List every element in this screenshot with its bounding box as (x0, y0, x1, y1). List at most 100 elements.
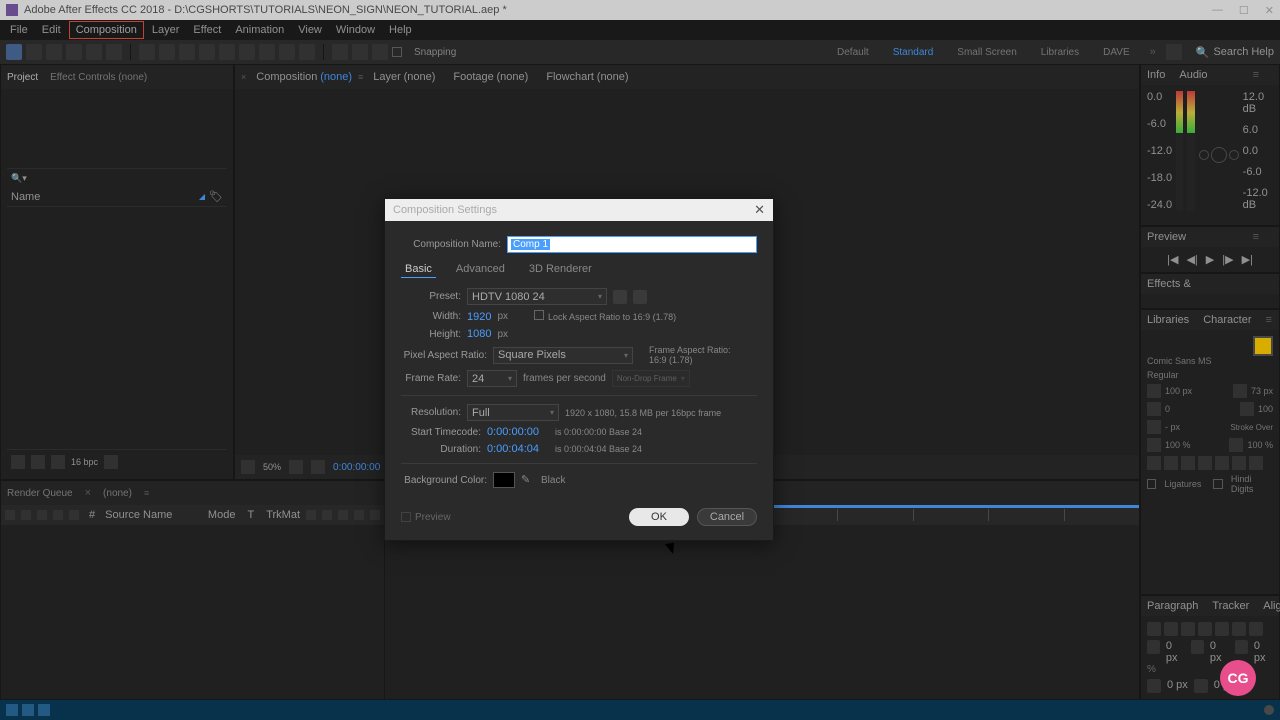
menu-window[interactable]: Window (330, 22, 381, 38)
tab-composition[interactable]: Composition (none) (248, 69, 360, 85)
menu-animation[interactable]: Animation (229, 22, 290, 38)
zoom-value[interactable]: 50% (263, 462, 281, 472)
trash-icon[interactable] (104, 455, 118, 469)
menu-view[interactable]: View (292, 22, 328, 38)
lock-icon[interactable] (53, 510, 63, 520)
maximize-button[interactable]: ☐ (1239, 4, 1249, 17)
tab-info[interactable]: Info (1147, 69, 1165, 81)
col-mode[interactable]: Mode (208, 509, 236, 521)
dialog-titlebar[interactable]: Composition Settings ✕ (385, 199, 773, 221)
tab-effect-controls[interactable]: Effect Controls (none) (50, 72, 147, 83)
pen-tool[interactable] (179, 44, 195, 60)
puppet-tool[interactable] (299, 44, 315, 60)
framerate-dropdown[interactable]: 24▾ (467, 370, 517, 387)
tab-libraries[interactable]: Libraries (1147, 314, 1189, 326)
menu-layer[interactable]: Layer (146, 22, 186, 38)
hindi-checkbox[interactable] (1213, 479, 1222, 489)
transparency-icon[interactable] (311, 460, 325, 474)
col-source[interactable]: Source Name (105, 509, 172, 521)
hand-tool[interactable] (46, 44, 62, 60)
magnify-icon[interactable] (241, 460, 255, 474)
col-trkmat[interactable]: TrkMat (266, 509, 300, 521)
rotation-tool[interactable] (106, 44, 122, 60)
tab-character[interactable]: Character (1203, 314, 1251, 326)
tab-audio[interactable]: Audio (1179, 69, 1207, 81)
last-frame-icon[interactable]: ▶| (1242, 253, 1253, 266)
solo-icon[interactable] (37, 510, 47, 520)
tab-layer[interactable]: Layer (none) (365, 69, 443, 85)
tab-advanced[interactable]: Advanced (452, 261, 509, 278)
tab-flowchart[interactable]: Flowchart (none) (538, 69, 636, 85)
workspace-smallscreen[interactable]: Small Screen (947, 45, 1026, 60)
tab-effects[interactable]: Effects & (1147, 278, 1191, 290)
status-icon-3[interactable] (38, 704, 50, 716)
delete-preset-icon[interactable] (633, 290, 647, 304)
par-dropdown[interactable]: Square Pixels▾ (493, 347, 633, 364)
rect-tool[interactable] (139, 44, 155, 60)
menu-effect[interactable]: Effect (187, 22, 227, 38)
height-value[interactable]: 1080 (467, 328, 491, 340)
home-tool[interactable] (6, 44, 22, 60)
comp-icon[interactable] (51, 455, 65, 469)
selection-tool[interactable] (26, 44, 42, 60)
eyedropper-icon[interactable]: ✎ (521, 473, 535, 487)
col-name[interactable]: Name (11, 191, 40, 203)
comp-name-input[interactable]: Comp 1 (507, 236, 757, 253)
start-tc-value[interactable]: 0:00:00:00 (487, 426, 539, 438)
next-frame-icon[interactable]: |▶ (1222, 253, 1233, 266)
type-tool[interactable] (199, 44, 215, 60)
workspace-standard[interactable]: Standard (883, 45, 944, 60)
lock-aspect-checkbox[interactable] (534, 310, 544, 320)
workspace-libraries[interactable]: Libraries (1031, 45, 1089, 60)
dialog-close-button[interactable]: ✕ (754, 202, 765, 218)
width-value[interactable]: 1920 (467, 311, 491, 323)
close-button[interactable]: ✕ (1265, 4, 1274, 17)
menu-help[interactable]: Help (383, 22, 418, 38)
tab-basic[interactable]: Basic (401, 261, 436, 278)
menu-composition[interactable]: Composition (69, 21, 144, 39)
view-axis-tool[interactable] (372, 44, 388, 60)
workspace-default[interactable]: Default (827, 45, 879, 60)
tab-timeline-none[interactable]: (none) (103, 488, 132, 499)
tab-paragraph[interactable]: Paragraph (1147, 600, 1198, 612)
fill-color-swatch[interactable] (1253, 336, 1273, 356)
brush-tool[interactable] (219, 44, 235, 60)
resolution-dropdown[interactable]: Full▾ (467, 404, 559, 421)
orbit-tool[interactable] (86, 44, 102, 60)
menu-file[interactable]: File (4, 22, 34, 38)
cancel-button[interactable]: Cancel (697, 508, 757, 526)
play-icon[interactable]: ▶ (1206, 253, 1214, 266)
preset-dropdown[interactable]: HDTV 1080 24▾ (467, 288, 607, 305)
save-preset-icon[interactable] (613, 290, 627, 304)
eye-icon[interactable] (5, 510, 15, 520)
tab-tracker[interactable]: Tracker (1212, 600, 1249, 612)
tab-preview[interactable]: Preview (1147, 231, 1186, 243)
clone-tool[interactable] (239, 44, 255, 60)
current-timecode[interactable]: 0:00:00:00 (333, 462, 380, 473)
prev-frame-icon[interactable]: ◀| (1186, 253, 1197, 266)
eraser-tool[interactable] (259, 44, 275, 60)
menu-edit[interactable]: Edit (36, 22, 67, 38)
tab-3d-renderer[interactable]: 3D Renderer (525, 261, 596, 278)
ellipse-tool[interactable] (159, 44, 175, 60)
font-style[interactable]: Regular (1147, 370, 1179, 380)
status-icon-2[interactable] (22, 704, 34, 716)
local-axis-tool[interactable] (332, 44, 348, 60)
bgcolor-swatch[interactable] (493, 472, 515, 488)
duration-value[interactable]: 0:00:04:04 (487, 443, 539, 455)
folder-icon[interactable] (31, 455, 45, 469)
snapping-checkbox[interactable] (392, 47, 402, 57)
resolution-icon[interactable] (289, 460, 303, 474)
zoom-tool[interactable] (66, 44, 82, 60)
label-icon[interactable] (69, 510, 79, 520)
world-axis-tool[interactable] (352, 44, 368, 60)
workspace-menu[interactable] (1166, 44, 1182, 60)
tab-align[interactable]: Align (1263, 600, 1280, 612)
workspace-dave[interactable]: DAVE (1093, 45, 1140, 60)
roto-tool[interactable] (279, 44, 295, 60)
bpc-label[interactable]: 16 bpc (71, 457, 98, 467)
first-frame-icon[interactable]: |◀ (1167, 253, 1178, 266)
tab-footage[interactable]: Footage (none) (445, 69, 536, 85)
minimize-button[interactable]: — (1212, 4, 1223, 17)
ligatures-checkbox[interactable] (1147, 479, 1156, 489)
